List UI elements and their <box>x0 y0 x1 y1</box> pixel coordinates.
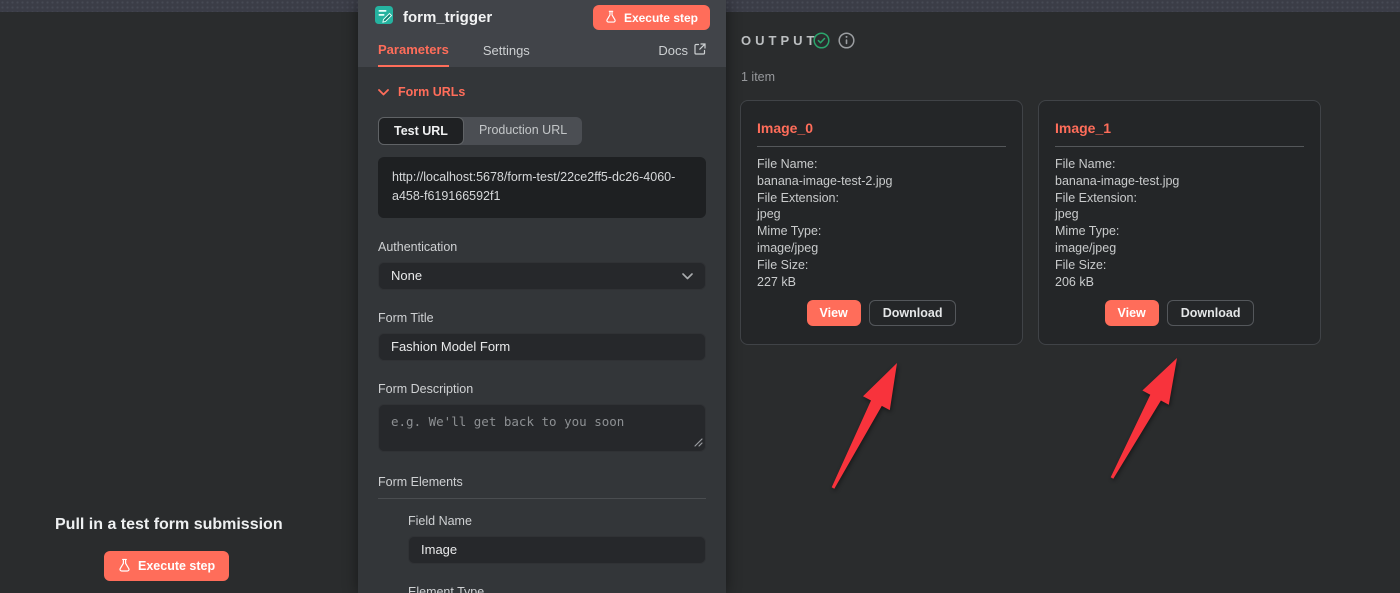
field-name-input[interactable] <box>408 536 706 564</box>
view-button[interactable]: View <box>807 300 861 326</box>
node-details-panel: form_trigger Execute step Parameters Set… <box>358 0 726 593</box>
view-button[interactable]: View <box>1105 300 1159 326</box>
form-urls-section-toggle[interactable]: Form URLs <box>378 83 706 101</box>
divider <box>378 498 706 499</box>
authentication-select[interactable]: None <box>378 262 706 290</box>
canvas-hint-text: Pull in a test form submission <box>55 516 283 534</box>
test-url-toggle[interactable]: Test URL <box>378 117 464 145</box>
chevron-down-icon <box>682 268 693 283</box>
resize-handle-icon[interactable] <box>694 434 703 452</box>
url-mode-toggle: Test URL Production URL <box>378 117 582 145</box>
app-screen: Pull in a test form submission Execute s… <box>0 0 1400 593</box>
form-title-input[interactable] <box>378 333 706 361</box>
form-description-textarea[interactable] <box>378 404 706 452</box>
production-url-toggle[interactable]: Production URL <box>464 117 582 145</box>
mime-type-value: image/jpeg <box>1055 240 1304 257</box>
flask-icon <box>605 10 617 26</box>
file-size-label: File Size: <box>757 257 1006 274</box>
info-circle-icon[interactable] <box>838 32 855 54</box>
binary-data-card: Image_1 File Name: banana-image-test.jpg… <box>1038 100 1321 345</box>
docs-link[interactable]: Docs <box>658 43 706 58</box>
file-name-value: banana-image-test.jpg <box>1055 173 1304 190</box>
form-urls-section-title: Form URLs <box>398 85 465 99</box>
flask-icon <box>118 558 131 575</box>
binary-card-title: Image_1 <box>1055 120 1304 136</box>
element-type-label: Element Type <box>408 585 706 593</box>
panel-execute-step-button[interactable]: Execute step <box>593 5 710 30</box>
field-name-label: Field Name <box>408 514 706 528</box>
file-name-label: File Name: <box>1055 156 1304 173</box>
form-elements-label: Form Elements <box>378 475 706 489</box>
download-button[interactable]: Download <box>869 300 957 326</box>
success-check-icon <box>813 32 830 54</box>
authentication-label: Authentication <box>378 240 706 254</box>
mime-type-value: image/jpeg <box>757 240 1006 257</box>
file-size-label: File Size: <box>1055 257 1304 274</box>
file-size-value: 227 kB <box>757 274 1006 291</box>
file-name-value: banana-image-test-2.jpg <box>757 173 1006 190</box>
form-description-label: Form Description <box>378 382 706 396</box>
tab-parameters[interactable]: Parameters <box>378 34 449 67</box>
binary-data-card: Image_0 File Name: banana-image-test-2.j… <box>740 100 1023 345</box>
file-extension-value: jpeg <box>757 206 1006 223</box>
file-extension-value: jpeg <box>1055 206 1304 223</box>
tab-settings[interactable]: Settings <box>483 34 530 67</box>
canvas-execute-step-label: Execute step <box>138 559 215 573</box>
file-extension-label: File Extension: <box>757 190 1006 207</box>
red-arrow-annotation <box>1111 358 1177 479</box>
binary-card-title: Image_0 <box>757 120 1006 136</box>
divider <box>1055 146 1304 147</box>
panel-execute-step-label: Execute step <box>624 11 698 25</box>
mime-type-label: Mime Type: <box>1055 223 1304 240</box>
divider <box>757 146 1006 147</box>
download-button[interactable]: Download <box>1167 300 1255 326</box>
file-extension-label: File Extension: <box>1055 190 1304 207</box>
red-arrow-annotation <box>832 363 897 489</box>
form-title-label: Form Title <box>378 311 706 325</box>
external-link-icon <box>694 43 706 58</box>
file-name-label: File Name: <box>757 156 1006 173</box>
form-trigger-icon <box>374 5 394 30</box>
node-title: form_trigger <box>403 9 492 26</box>
authentication-value: None <box>391 268 422 283</box>
docs-link-label: Docs <box>658 43 688 58</box>
mime-type-label: Mime Type: <box>757 223 1006 240</box>
form-test-url[interactable]: http://localhost:5678/form-test/22ce2ff5… <box>378 157 706 218</box>
output-item-count: 1 item <box>741 70 775 84</box>
output-panel-title: OUTPUT <box>741 33 818 48</box>
file-size-value: 206 kB <box>1055 274 1304 291</box>
chevron-down-icon <box>378 83 389 101</box>
canvas-execute-step-button[interactable]: Execute step <box>104 551 229 581</box>
